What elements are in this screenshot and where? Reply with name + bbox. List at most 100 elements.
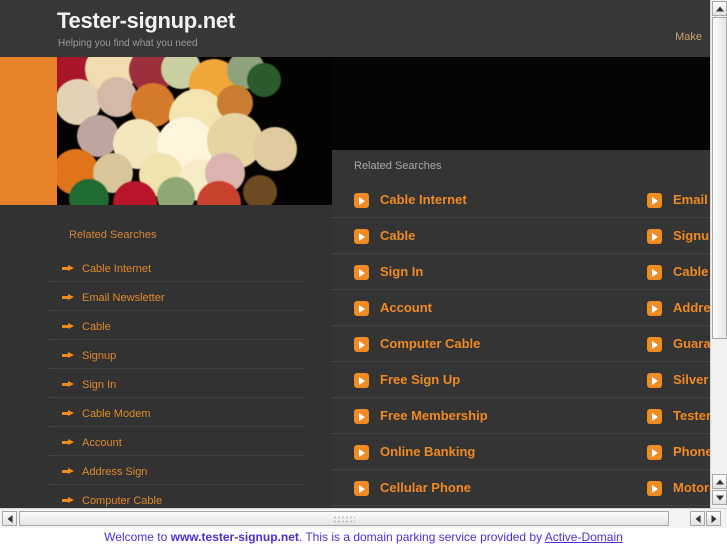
sidebar-item-cable[interactable]: Cable [48, 311, 306, 340]
main-link-cellular-phone[interactable]: Cellular Phone [354, 470, 644, 506]
main-link-account[interactable]: Account [354, 290, 644, 326]
main-link-sign-in[interactable]: Sign In [354, 254, 644, 290]
scroll-up-button[interactable] [712, 1, 727, 16]
arrow-square-icon [647, 481, 662, 496]
page-viewport: Tester-signup.net Helping you find what … [0, 0, 710, 508]
vertical-scrollbar[interactable] [710, 0, 727, 528]
arrow-square-icon [647, 373, 662, 388]
arrow-icon [62, 468, 74, 474]
table-row: Free Membership Tester [332, 398, 710, 434]
arrow-square-icon [647, 409, 662, 424]
arrow-square-icon [647, 301, 662, 316]
main-link-label: Free Sign Up [380, 372, 461, 387]
arrow-square-icon [647, 193, 662, 208]
sidebar-item-sign-in[interactable]: Sign In [48, 369, 306, 398]
status-middle: . This is a domain parking service provi… [298, 530, 545, 544]
main-link-label: Sign In [380, 264, 424, 279]
main-search-grid: Cable Internet Email N Cable Signup [332, 182, 710, 506]
sidebar-heading: Related Searches [69, 229, 157, 241]
chevron-left-icon [7, 514, 12, 523]
main-link-email-newsletter[interactable]: Email N [647, 182, 710, 218]
arrow-square-icon [354, 193, 369, 208]
page-title: Tester-signup.net [57, 8, 235, 33]
sidebar-item-computer-cable[interactable]: Computer Cable [48, 485, 306, 508]
main-link-tester[interactable]: Tester [647, 398, 710, 434]
main-link-label: Guaran [673, 336, 710, 351]
main-panel-heading: Related Searches [354, 160, 442, 172]
main-link-free-sign-up[interactable]: Free Sign Up [354, 362, 644, 398]
status-text: Welcome to www.tester-signup.net. This i… [104, 530, 623, 544]
main-link-phone[interactable]: Phone [647, 434, 710, 470]
main-link-guarantee[interactable]: Guaran [647, 326, 710, 362]
table-row: Account Addres [332, 290, 710, 326]
sidebar-item-cable-internet[interactable]: Cable Internet [48, 253, 306, 282]
main-link-silver-c[interactable]: Silver C [647, 362, 710, 398]
arrow-icon [62, 265, 74, 271]
main-link-cable-modem[interactable]: Cable M [647, 254, 710, 290]
arrow-square-icon [354, 337, 369, 352]
main-link-signup[interactable]: Signup [647, 218, 710, 254]
table-row: Sign In Cable M [332, 254, 710, 290]
scroll-left-button-secondary[interactable] [690, 511, 705, 526]
sidebar-item-label: Cable Internet [82, 263, 152, 275]
make-homepage-link[interactable]: Make [675, 31, 702, 43]
table-row: Online Banking Phone [332, 434, 710, 470]
main-link-label: Motoro [673, 480, 710, 495]
chevron-down-icon [715, 495, 724, 500]
scroll-down-button[interactable] [712, 490, 727, 505]
main-link-label: Cable [380, 228, 416, 243]
active-domain-link[interactable]: Active-Domain [545, 530, 623, 544]
vertical-scroll-thumb[interactable] [712, 17, 727, 339]
scroll-up-button-secondary[interactable] [712, 474, 727, 489]
main-link-label: Email N [673, 192, 710, 207]
main-link-cable[interactable]: Cable [354, 218, 644, 254]
main-link-free-membership[interactable]: Free Membership [354, 398, 644, 434]
arrow-square-icon [354, 409, 369, 424]
scroll-left-button[interactable] [2, 511, 17, 526]
main-link-computer-cable[interactable]: Computer Cable [354, 326, 644, 362]
arrow-square-icon [354, 265, 369, 280]
arrow-icon [62, 410, 74, 416]
main-link-label: Computer Cable [380, 336, 481, 351]
scroll-right-button[interactable] [706, 511, 721, 526]
sidebar-item-cable-modem[interactable]: Cable Modem [48, 398, 306, 427]
arrow-icon [62, 294, 74, 300]
arrow-icon [62, 352, 74, 358]
arrow-square-icon [354, 229, 369, 244]
sidebar-list: Cable Internet Email Newsletter Cable Si… [48, 253, 306, 508]
sidebar-item-account[interactable]: Account [48, 427, 306, 456]
main-link-motorola[interactable]: Motoro [647, 470, 710, 506]
hero-accent-bar [0, 57, 57, 205]
arrow-square-icon [354, 445, 369, 460]
arrow-square-icon [354, 301, 369, 316]
main-link-label: Signup [673, 228, 710, 243]
main-link-label: Cable Internet [380, 192, 467, 207]
browser-page: Tester-signup.net Helping you find what … [0, 0, 727, 545]
sidebar-item-address-sign[interactable]: Address Sign [48, 456, 306, 485]
sidebar-item-label: Cable Modem [82, 408, 151, 420]
sidebar-item-label: Address Sign [82, 466, 148, 478]
status-domain: www.tester-signup.net [170, 530, 299, 544]
sidebar-item-email-newsletter[interactable]: Email Newsletter [48, 282, 306, 311]
chevron-left-icon [695, 514, 700, 523]
status-bar: Welcome to www.tester-signup.net. This i… [0, 528, 727, 545]
table-row: Free Sign Up Silver C [332, 362, 710, 398]
main-link-label: Addres [673, 300, 710, 315]
status-prefix: Welcome to [104, 530, 171, 544]
arrow-square-icon [647, 229, 662, 244]
main-link-cable-internet[interactable]: Cable Internet [354, 182, 644, 218]
arrow-icon [62, 381, 74, 387]
arrow-square-icon [647, 445, 662, 460]
sidebar-item-label: Account [82, 437, 122, 449]
arrow-square-icon [647, 265, 662, 280]
main-link-address-sign[interactable]: Addres [647, 290, 710, 326]
chevron-right-icon [711, 514, 716, 523]
arrow-square-icon [354, 373, 369, 388]
sidebar-item-signup[interactable]: Signup [48, 340, 306, 369]
main-link-online-banking[interactable]: Online Banking [354, 434, 644, 470]
horizontal-scroll-thumb[interactable] [19, 511, 669, 526]
arrow-icon [62, 497, 74, 503]
chevron-up-icon [715, 479, 724, 484]
main-link-label: Phone [673, 444, 710, 459]
horizontal-scrollbar[interactable] [0, 508, 727, 528]
